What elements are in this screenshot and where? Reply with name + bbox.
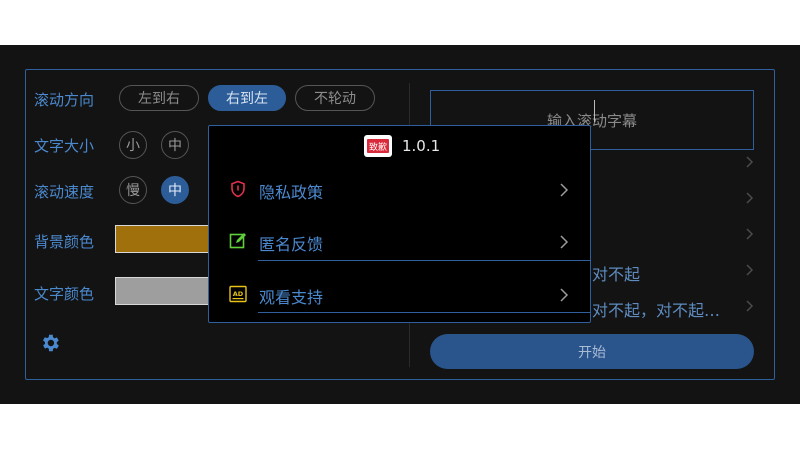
history-chevron-icon[interactable]: [744, 264, 754, 276]
app-logo-text: 致歉: [367, 139, 389, 153]
app-version: 1.0.1: [402, 137, 441, 155]
shield-icon: [231, 180, 245, 198]
app-logo: 致歉: [364, 135, 392, 157]
text-color-swatch[interactable]: [115, 277, 215, 305]
font-size-medium-button[interactable]: 中: [161, 131, 189, 159]
anonymous-feedback-item[interactable]: 匿名反馈: [209, 216, 590, 268]
history-chevron-icon[interactable]: [744, 192, 754, 204]
svg-text:AD: AD: [233, 290, 244, 298]
speed-slow-button[interactable]: 慢: [119, 176, 147, 204]
bg-color-label: 背景颜色: [34, 233, 95, 251]
font-size-small-button[interactable]: 小: [119, 131, 147, 159]
watch-support-label: 观看支持: [259, 288, 324, 307]
edit-icon: [229, 233, 246, 249]
history-item[interactable]: 对不起，对不起…: [592, 297, 720, 321]
ad-icon: AD: [229, 285, 247, 303]
text-color-label: 文字颜色: [34, 285, 95, 303]
direction-right-to-left-button[interactable]: 右到左: [208, 85, 286, 111]
anonymous-feedback-label: 匿名反馈: [259, 235, 324, 254]
history-item[interactable]: 对不起: [592, 261, 640, 285]
chevron-right-icon: [560, 183, 569, 197]
chevron-right-icon: [560, 288, 569, 302]
font-size-label: 文字大小: [34, 137, 95, 155]
direction-left-to-right-button[interactable]: 左到右: [119, 85, 199, 111]
about-dialog: 致歉 1.0.1 隐私政策 匿名反馈 AD 观看支持: [208, 125, 591, 323]
app-screen: 滚动方向 左到右 右到左 不轮动 文字大小 小 中 滚动速度 慢 中 背景颜色 …: [0, 45, 800, 404]
privacy-policy-label: 隐私政策: [259, 183, 324, 202]
history-chevron-icon[interactable]: [744, 300, 754, 312]
gear-icon[interactable]: [39, 332, 61, 354]
history-chevron-icon[interactable]: [744, 228, 754, 240]
start-button[interactable]: 开始: [430, 334, 754, 369]
watch-support-item[interactable]: AD 观看支持: [209, 269, 590, 321]
direction-no-scroll-button[interactable]: 不轮动: [295, 85, 375, 111]
input-caret: [594, 100, 595, 122]
direction-label: 滚动方向: [34, 91, 95, 109]
history-chevron-icon[interactable]: [744, 156, 754, 168]
speed-label: 滚动速度: [34, 183, 95, 201]
bg-color-swatch[interactable]: [115, 225, 215, 253]
chevron-right-icon: [560, 235, 569, 249]
speed-medium-button[interactable]: 中: [161, 176, 189, 204]
privacy-policy-item[interactable]: 隐私政策: [209, 164, 590, 216]
